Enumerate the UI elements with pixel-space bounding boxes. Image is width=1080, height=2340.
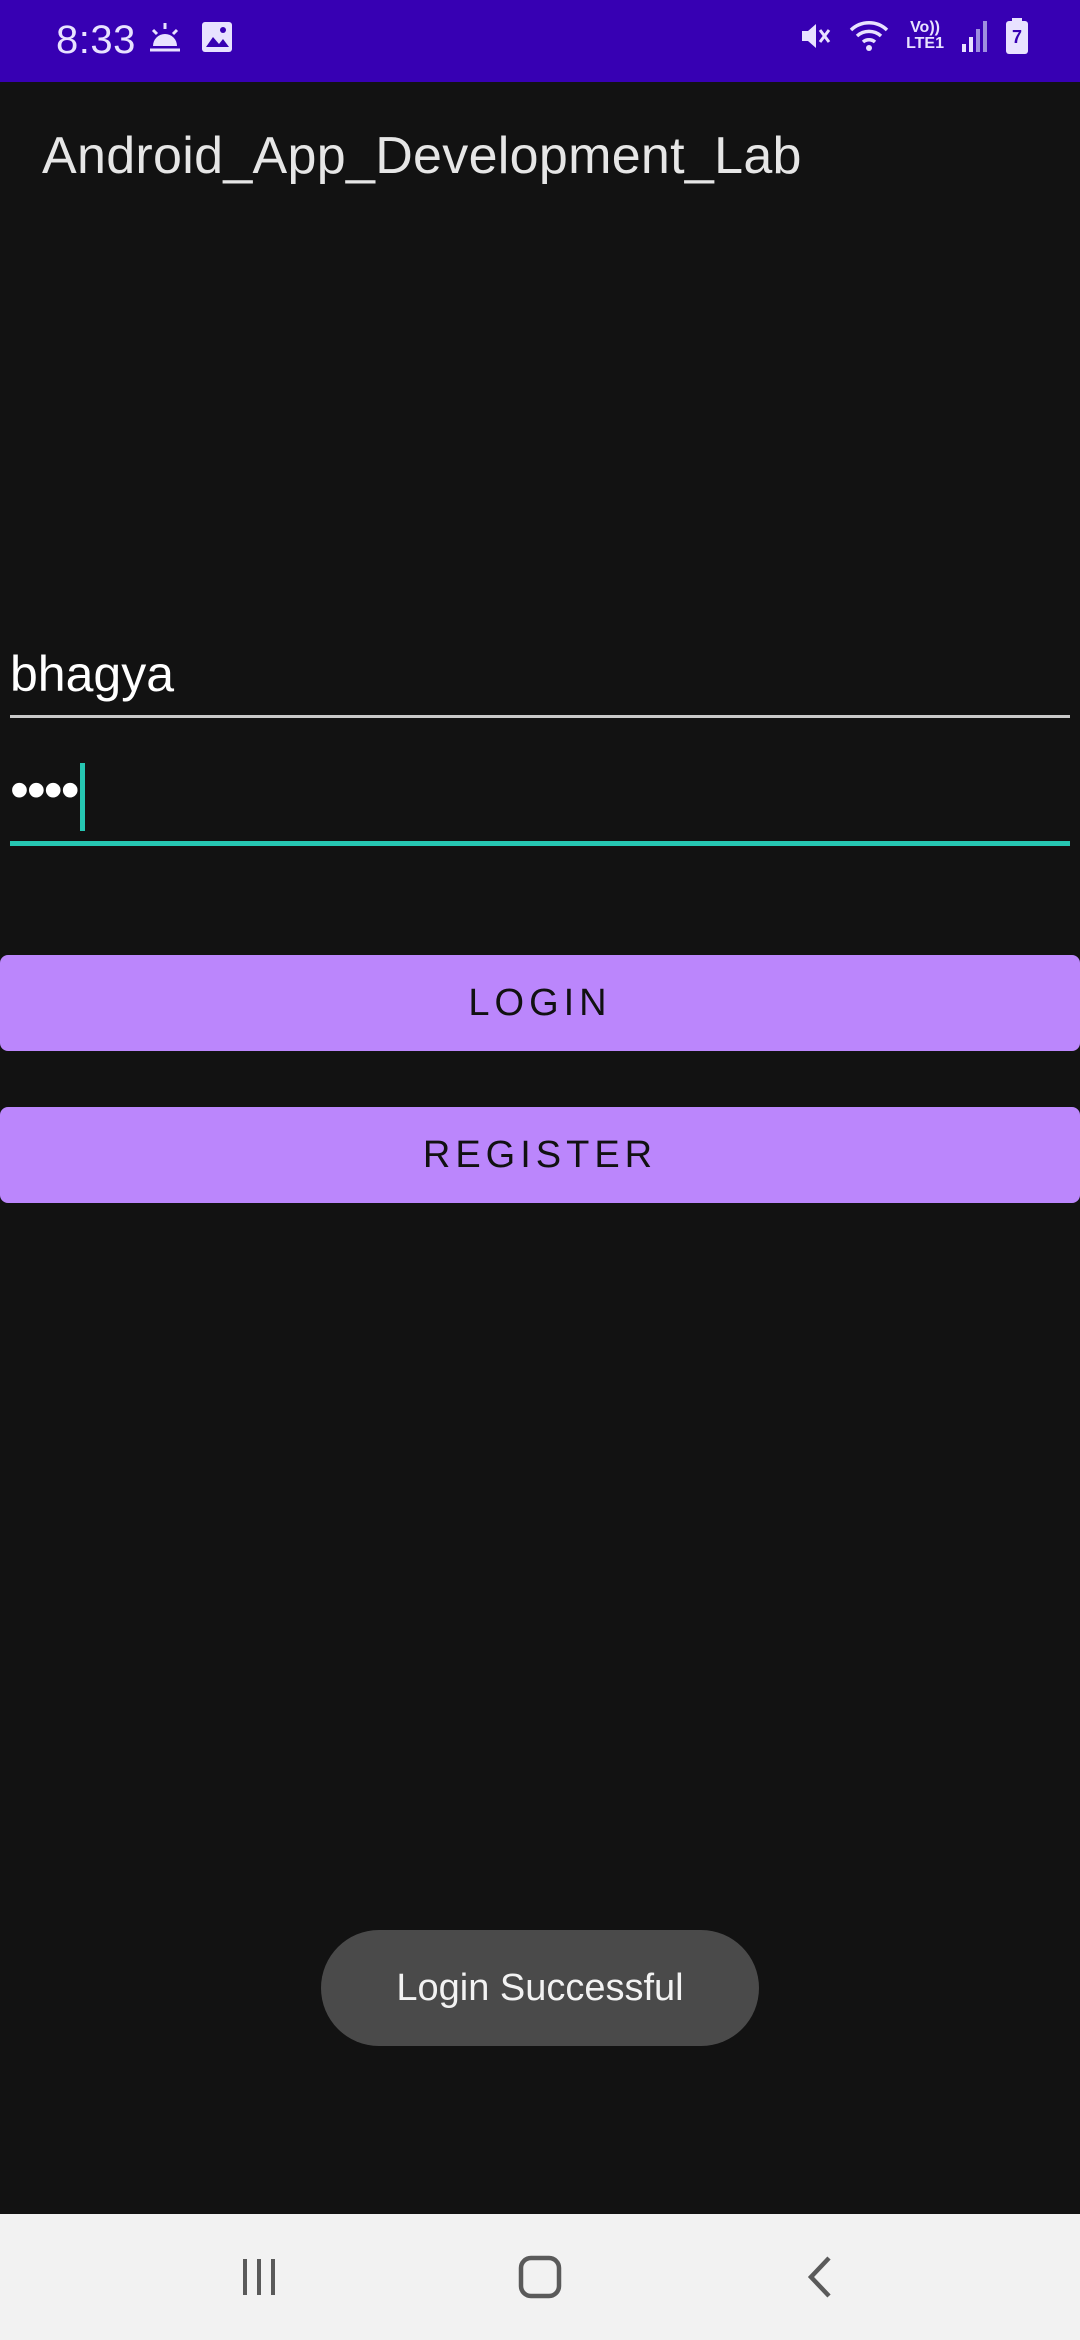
battery-charging-icon: 7 (1006, 18, 1028, 54)
toast-text: Login Successful (396, 1966, 684, 2009)
status-right-icons: Vo)) LTE1 7 (798, 18, 1028, 54)
home-icon (518, 2255, 562, 2299)
lte-label: LTE1 (906, 35, 944, 52)
image-icon (202, 22, 232, 52)
status-time: 8:33 (56, 18, 136, 62)
toast-message: Login Successful (321, 1930, 759, 2046)
password-value: •••• (10, 760, 80, 820)
username-field[interactable]: bhagya (10, 635, 1070, 718)
recents-button[interactable] (224, 2244, 294, 2310)
back-icon (807, 2256, 831, 2298)
volte-label: Vo)) (910, 19, 940, 36)
app-title: Android_App_Development_Lab (42, 127, 802, 185)
mute-icon (802, 24, 831, 48)
register-button[interactable]: REGISTER (0, 1107, 1080, 1203)
back-button[interactable] (786, 2244, 856, 2310)
wifi-icon (849, 21, 889, 51)
volte-lte1-icon: Vo)) LTE1 (906, 20, 944, 52)
status-left-icons (148, 20, 234, 54)
username-value: bhagya (10, 646, 175, 702)
navigation-bar (0, 2214, 1080, 2340)
signal-icon (962, 21, 987, 52)
text-cursor (80, 763, 85, 831)
battery-level-label: 7 (1011, 27, 1022, 47)
weather-sunrise-icon (150, 23, 180, 52)
status-bar: 8:33 Vo)) LTE1 7 (0, 0, 1080, 82)
login-button[interactable]: LOGIN (0, 955, 1080, 1051)
password-field[interactable]: •••• (10, 755, 1070, 846)
recents-icon (243, 2259, 275, 2295)
home-button[interactable] (505, 2244, 575, 2310)
